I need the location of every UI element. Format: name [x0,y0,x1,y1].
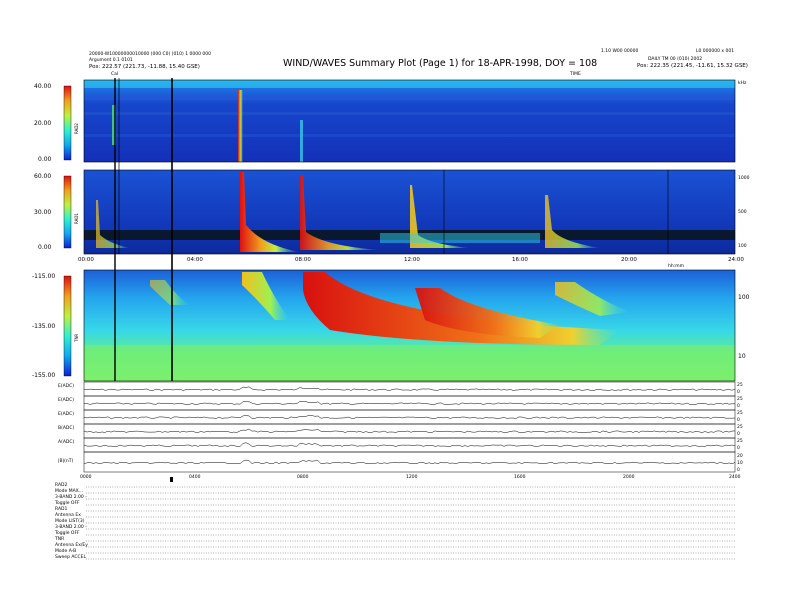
footer-row-label: Mode MAX... [55,489,84,494]
time-tick-1200: 12:00 [404,257,420,263]
line-panel-label-1: E(ADC) [58,384,75,389]
footer-row-label: Antenna Ex/Ey [55,543,88,548]
tnr-right-tick-100: 100 [738,294,750,301]
bottom-time-tick-0400: 0400 [189,475,201,480]
rad1-right-tick-500: 500 [738,210,747,215]
rad1-emission [380,233,540,243]
footer-row-label: Mode A-B [55,549,77,554]
footer-row-label: RAD2 [55,483,68,488]
footer-row-label: Toggle OFF [55,501,80,506]
time-tick-1600: 16:00 [512,257,528,263]
footer-parameter-grid [86,486,735,560]
line-panel-6-tick-hi: 20 [737,454,743,459]
line-panel-trace-5 [83,442,736,447]
tnr-tick-mid: -135.00 [32,323,56,330]
line-panel-2-tick-hi: 25 [737,397,743,402]
line-panel-6-tick-mid: 10 [737,461,743,466]
rad2-burst-2 [300,120,303,162]
tnr-panel [83,269,736,382]
footer-cursor-marker [170,477,173,482]
rad2-panel [83,79,736,163]
rad2-burst-1 [238,90,243,162]
rad1-right-tick-1000: 1000 [738,176,750,181]
rad1-panel [83,169,736,255]
time-tick-2400: 24:00 [728,257,744,263]
tnr-right-tick-10: 10 [738,353,746,360]
line-panel-5-tick-lo: 0 [737,446,740,451]
line-panel-label-5: A(ADC) [58,440,75,445]
line-panel-trace-1 [83,386,736,391]
rad2-spectrogram [84,80,735,162]
line-panel-1-tick-lo: 0 [737,390,740,395]
line-panel-trace-2 [83,400,736,405]
footer-row-label: 3-BAND 2.00 - [55,525,87,530]
line-panel-trace-4 [83,428,736,433]
tnr-colorbar [63,275,72,377]
line-panel-6-tick-lo: 0 [737,468,740,473]
line-panel-label-6: |B|(nT) [58,459,74,464]
rad2-band-a [84,96,735,100]
line-panel-3-tick-hi: 25 [737,411,743,416]
rad1-right-tick-100: 100 [738,244,747,249]
time-series-panels [83,381,736,473]
rad1-tick-top: 60.00 [34,173,52,180]
time-tick-0000: 00:00 [78,257,94,263]
rad2-band-b [84,112,735,115]
rad2-tick-bottom: 0.00 [38,156,52,163]
bottom-time-tick-0800: 0800 [297,475,309,480]
line-panel-label-2: E(ADC) [58,398,75,403]
line-panel-5-tick-hi: 25 [737,439,743,444]
line-panel-frame-4 [83,423,736,439]
rad2-colorbar-label: RAD2 [74,123,79,134]
rad2-tick-top: 40.00 [34,83,52,90]
bottom-time-tick-2000: 2000 [623,475,635,480]
tnr-low-band [84,345,735,381]
tnr-tick-top: -115.00 [32,273,56,280]
rad1-colorbar [63,175,72,249]
footer-row-label: Sweep ACCEL [55,555,86,560]
rad1-tick-bottom: 0.00 [38,244,52,251]
time-tick-0800: 08:00 [295,257,311,263]
line-panel-4-tick-lo: 0 [737,432,740,437]
bottom-time-tick-1600: 1600 [514,475,526,480]
colorbars [63,85,72,377]
bottom-time-tick-2400: 2400 [729,475,741,480]
line-panel-frame-1 [83,381,736,397]
line-panel-frame-2 [83,395,736,411]
rad1-tick-mid: 30.00 [34,209,52,216]
footer-row-label: Antenna Ex [55,513,81,518]
footer-row-label: 3-BAND 2.00 - [55,495,87,500]
tnr-tick-bottom: -155.00 [32,372,56,379]
line-panel-frame-6 [83,451,736,473]
line-panel-label-4: B(ADC) [58,426,75,431]
bottom-time-tick-1200: 1200 [406,475,418,480]
rad2-tick-mid: 20.00 [34,120,52,127]
line-panel-trace-3 [83,415,736,419]
footer-row-label: Toggle OFF [55,531,80,536]
rad1-colorbar-label: RAD1 [74,213,79,224]
time-tick-2000: 20:00 [621,257,637,263]
footer-row-label: TNR [55,537,65,542]
line-panel-label-3: E(ADC) [58,412,75,417]
line-panel-2-tick-lo: 0 [737,404,740,409]
line-panel-trace-6 [83,459,736,465]
rad2-colorbar [63,85,72,161]
line-panel-1-tick-hi: 25 [737,383,743,388]
time-tick-0400: 04:00 [187,257,203,263]
footer-row-label: Mode LIST(3) [55,519,85,524]
bottom-time-tick-0000: 0000 [80,475,92,480]
rad2-band-c [84,134,735,137]
tnr-colorbar-label: TNR [74,333,79,342]
line-panel-3-tick-lo: 0 [737,418,740,423]
line-panel-4-tick-hi: 25 [737,425,743,430]
footer-row-label: RAD1 [55,507,68,512]
time-axis-title: hh:mm [668,264,684,269]
summary-plot [63,78,736,560]
rad2-top-band [84,80,735,88]
